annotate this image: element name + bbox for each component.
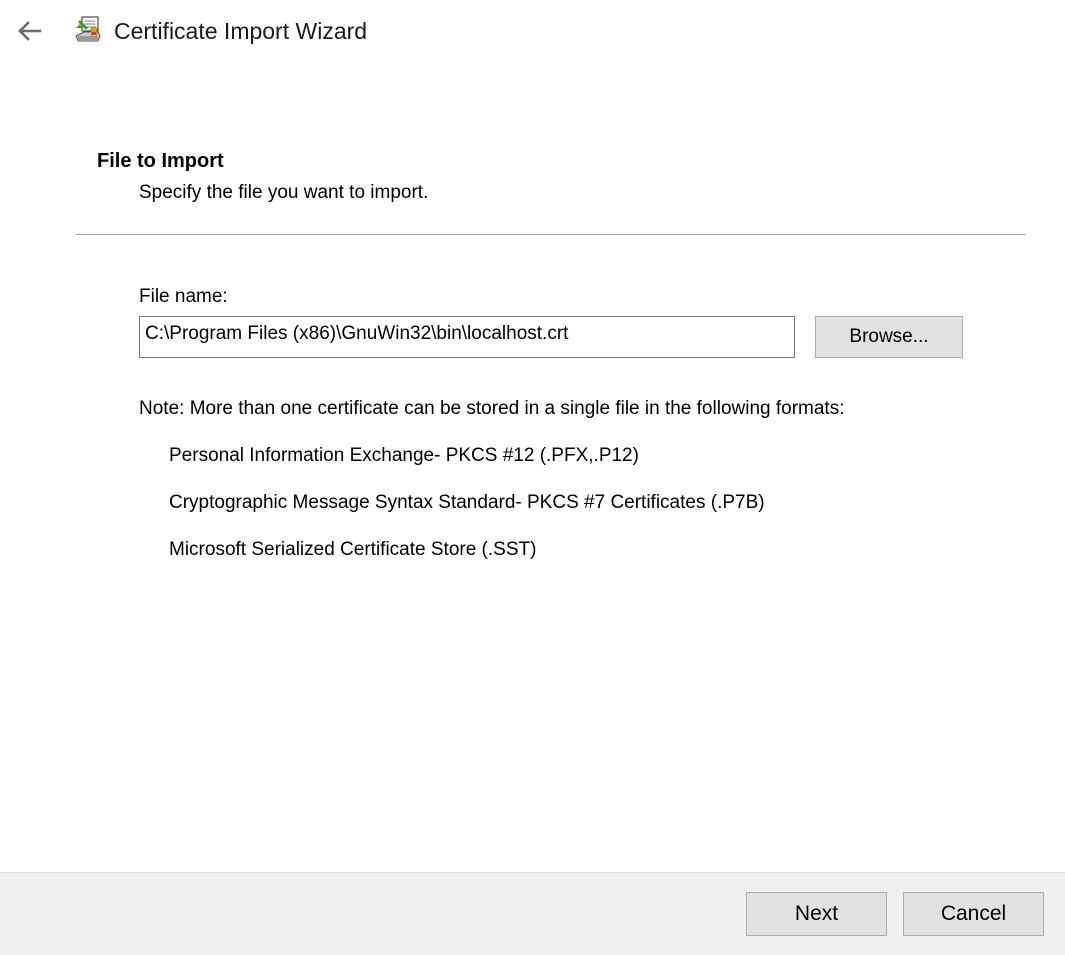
page-title: File to Import — [97, 150, 224, 172]
format-item-pfx: Personal Information Exchange- PKCS #12 … — [169, 445, 639, 466]
page-header: File to Import Specify the file you want… — [97, 150, 428, 203]
file-name-label: File name: — [139, 286, 228, 307]
back-arrow-icon — [18, 21, 42, 41]
browse-button[interactable]: Browse... — [815, 316, 963, 358]
certificate-wizard-icon — [72, 14, 104, 46]
page-subtitle: Specify the file you want to import. — [139, 182, 429, 203]
header-divider — [76, 234, 1026, 235]
back-button[interactable] — [14, 16, 44, 46]
wizard-footer: Next Cancel — [0, 872, 1065, 955]
file-name-input[interactable] — [139, 316, 795, 358]
next-button[interactable]: Next — [746, 892, 887, 936]
format-item-sst: Microsoft Serialized Certificate Store (… — [169, 539, 537, 560]
cancel-button[interactable]: Cancel — [903, 892, 1044, 936]
format-item-p7b: Cryptographic Message Syntax Standard- P… — [169, 492, 765, 513]
window-title: Certificate Import Wizard — [114, 18, 368, 44]
title-bar: Certificate Import Wizard — [0, 0, 1065, 64]
formats-note: Note: More than one certificate can be s… — [139, 398, 845, 419]
wizard-window: Certificate Import Wizard File to Import… — [0, 0, 1065, 955]
